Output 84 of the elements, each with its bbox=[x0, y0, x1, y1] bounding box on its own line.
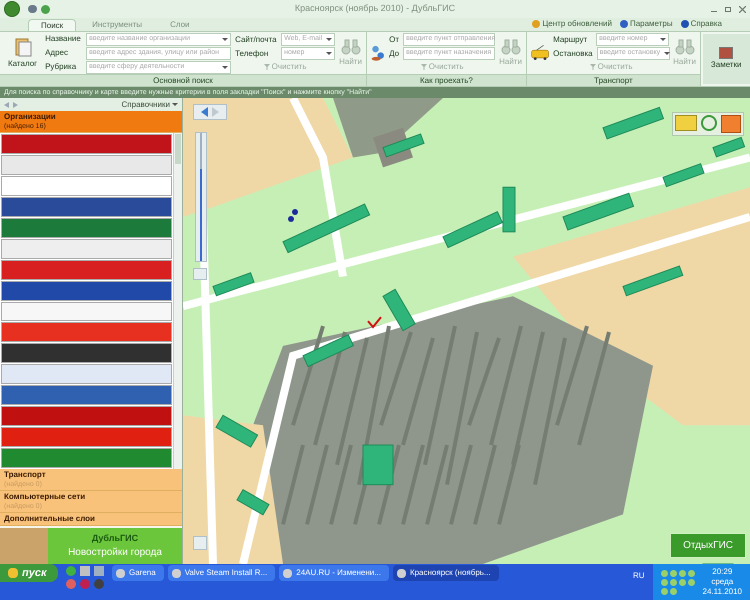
category-title: Организации bbox=[4, 112, 57, 122]
dropdown-caret-icon bbox=[664, 52, 670, 55]
binoculars-icon bbox=[501, 40, 520, 54]
promo-logo: ДубльГИС bbox=[92, 532, 138, 545]
ad-banner[interactable] bbox=[1, 343, 172, 364]
ad-banner[interactable] bbox=[1, 385, 172, 406]
taskbar-button[interactable]: Красноярск (ноябрь... bbox=[392, 565, 499, 581]
dropdown-caret-icon bbox=[660, 38, 666, 41]
header-link[interactable]: Центр обновлений bbox=[542, 18, 612, 30]
close-icon[interactable] bbox=[739, 6, 746, 13]
window-title: Красноярск (ноябрь 2010) - ДубльГИС bbox=[294, 2, 456, 16]
notes-button[interactable]: Заметки bbox=[702, 34, 750, 84]
app-icon bbox=[396, 568, 406, 578]
scrollbar[interactable] bbox=[173, 133, 182, 469]
clear-button[interactable]: Очистить bbox=[260, 61, 310, 73]
leisure-button[interactable]: ОтдыхГИС bbox=[670, 533, 746, 558]
app-icon bbox=[116, 568, 125, 578]
nav-arrows[interactable] bbox=[193, 104, 227, 120]
radar-icon[interactable] bbox=[701, 115, 717, 131]
field-label: От bbox=[389, 34, 400, 46]
field-label: Остановка bbox=[553, 48, 593, 60]
books-icon bbox=[15, 38, 32, 56]
group-title: Как проехать? bbox=[366, 74, 526, 86]
cube-icon[interactable] bbox=[721, 115, 741, 133]
group-title: Основной поиск bbox=[0, 74, 366, 86]
category-header[interactable]: Дополнительные слои bbox=[0, 513, 182, 526]
field-label: Адрес bbox=[45, 47, 68, 59]
dropdown-caret-icon bbox=[326, 52, 332, 55]
photo-placeholder bbox=[0, 528, 48, 564]
dropdown-caret-icon bbox=[222, 38, 228, 40]
route-points-icon bbox=[372, 46, 384, 61]
dropdown-caret-icon bbox=[326, 38, 332, 41]
category-title: Дополнительные слои bbox=[4, 514, 96, 524]
zoom-slider[interactable] bbox=[195, 132, 207, 262]
maximize-button[interactable] bbox=[725, 7, 731, 12]
clear-button[interactable]: Очистить bbox=[586, 61, 636, 73]
ad-banner[interactable] bbox=[1, 280, 172, 300]
app-icon bbox=[283, 568, 292, 578]
app-icon bbox=[172, 568, 181, 578]
ad-banner[interactable] bbox=[1, 196, 172, 217]
category-title: Компьютерные сети bbox=[4, 492, 86, 502]
notes-icon bbox=[719, 47, 734, 59]
taskbar-button[interactable]: Valve Steam Install R... bbox=[168, 565, 276, 581]
ruler-icon[interactable] bbox=[675, 115, 697, 131]
field-label: Сайт/почта bbox=[235, 34, 277, 46]
right-arrow-icon bbox=[212, 107, 219, 117]
ribbon-tab[interactable]: Поиск bbox=[28, 19, 76, 31]
clock-weekday: среда bbox=[711, 577, 734, 587]
clock-time: 20:29 bbox=[712, 567, 732, 577]
find-button[interactable]: Найти bbox=[669, 38, 700, 68]
category-title: Транспорт bbox=[4, 470, 47, 480]
language-indicator[interactable]: RU bbox=[632, 570, 645, 582]
ad-banner[interactable] bbox=[1, 406, 172, 426]
catalog-button[interactable]: Каталог bbox=[0, 36, 46, 70]
header-link[interactable]: Справка bbox=[690, 18, 722, 30]
caret-icon bbox=[172, 103, 178, 106]
group-title: Транспорт bbox=[526, 74, 700, 86]
funnel-icon bbox=[590, 64, 596, 70]
field-label: Рубрика bbox=[45, 61, 76, 73]
app-logo-icon[interactable] bbox=[4, 1, 20, 17]
map-drawing[interactable] bbox=[183, 98, 750, 564]
clock-date: 24.11.2010 bbox=[702, 587, 742, 597]
funnel-icon bbox=[264, 64, 270, 70]
dropdown-caret-icon bbox=[222, 66, 228, 68]
taskbar-button[interactable]: 24AU.RU - Изменени... bbox=[279, 565, 389, 581]
promo-banner[interactable]: ДубльГИС Новостройки города bbox=[0, 528, 182, 564]
left-arrow-icon bbox=[201, 107, 208, 117]
field-label: До bbox=[389, 48, 400, 60]
promo-caption: Новостройки города bbox=[68, 546, 162, 560]
ribbon-tab[interactable]: Инструменты bbox=[80, 19, 154, 31]
binoculars-icon bbox=[675, 40, 694, 54]
start-button[interactable]: пуск bbox=[0, 564, 58, 582]
taskbar-button[interactable]: Garena bbox=[112, 565, 164, 581]
field-label: Название bbox=[45, 33, 81, 45]
find-button[interactable]: Найти bbox=[335, 38, 366, 68]
field-label: Телефон bbox=[235, 48, 268, 60]
ribbon-tab[interactable]: Слои bbox=[158, 19, 202, 31]
binoculars-icon bbox=[341, 40, 360, 54]
header-link[interactable]: Параметры bbox=[630, 18, 673, 30]
trolleybus-icon bbox=[531, 44, 549, 60]
field-label: Маршрут bbox=[553, 34, 588, 46]
find-button[interactable]: Найти bbox=[495, 38, 526, 68]
clear-button[interactable]: Очистить bbox=[416, 61, 468, 73]
funnel-icon bbox=[420, 64, 427, 70]
